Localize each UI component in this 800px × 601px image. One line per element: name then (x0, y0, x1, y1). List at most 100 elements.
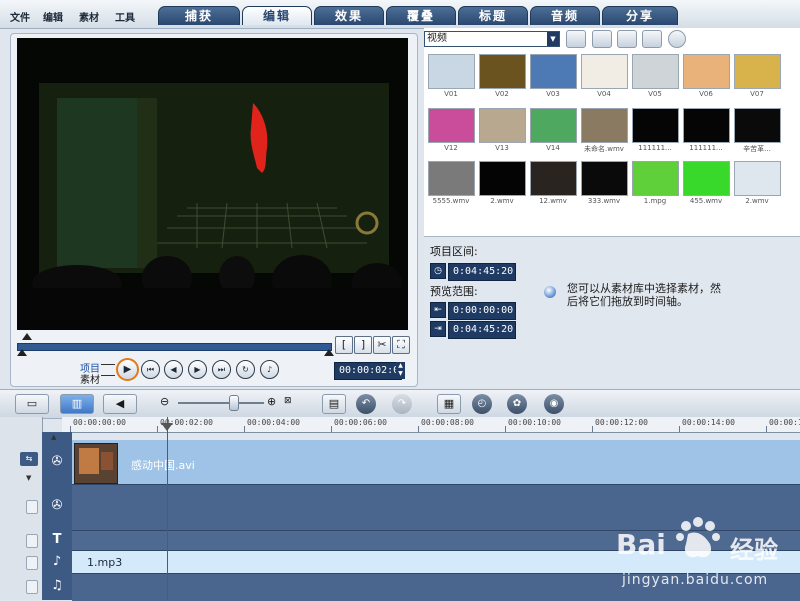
undo-icon[interactable]: ↶ (356, 394, 376, 414)
project-duration: 0:04:45:20 (448, 263, 516, 281)
library-thumbnail[interactable] (632, 54, 679, 89)
library-thumbnail[interactable] (734, 108, 781, 143)
expand-more-icon[interactable] (668, 30, 686, 48)
menu-tools[interactable]: 工具 (115, 9, 135, 24)
zoom-in-icon[interactable]: ⊕ (267, 395, 276, 408)
library-thumbnail[interactable] (530, 54, 577, 89)
menu-clip[interactable]: 素材 (79, 9, 99, 24)
menu-file[interactable]: 文件 (10, 9, 30, 24)
trim-start-handle[interactable] (17, 349, 27, 356)
mark-in-button[interactable]: [ (335, 336, 353, 354)
video-track-icon: ✇ (51, 454, 63, 469)
library-thumbnail-label: V01 (444, 90, 458, 98)
library-thumbnail[interactable] (734, 161, 781, 196)
library-thumbnail[interactable] (479, 54, 526, 89)
title-lock-icon[interactable] (26, 534, 38, 548)
expand-track-icon[interactable]: ▼ (26, 474, 31, 482)
tab-capture[interactable]: 捕获 (158, 6, 240, 25)
baidu-jingyan-watermark: Bai 经验 jingyan.baidu.com (616, 512, 796, 598)
scroll-up-icon[interactable]: ▲ (51, 433, 56, 441)
go-to-start-icon[interactable]: ⏮ (141, 360, 160, 379)
playhead[interactable] (167, 417, 168, 600)
next-frame-icon[interactable]: ▶ (188, 360, 207, 379)
library-thumbnail-label: 455.wmv (689, 197, 723, 205)
mode-divider-2 (101, 375, 115, 376)
playhead-handle[interactable] (161, 423, 173, 431)
library-thumbnail[interactable] (530, 161, 577, 196)
library-thumbnail[interactable] (581, 108, 628, 143)
overlay-lock-icon[interactable] (26, 500, 38, 514)
insert-media-icon[interactable]: ▤ (322, 394, 346, 414)
library-thumbnail[interactable] (479, 108, 526, 143)
watermark-brand: Bai (616, 528, 666, 561)
zoom-slider-handle[interactable] (229, 395, 239, 411)
library-manager-icon[interactable] (617, 30, 637, 48)
go-to-end-icon[interactable]: ⏭ (212, 360, 231, 379)
library-thumbnail[interactable] (428, 108, 475, 143)
zoom-slider-track[interactable] (178, 402, 264, 404)
import-icon[interactable] (592, 30, 612, 48)
zoom-out-icon[interactable]: ⊖ (160, 395, 169, 408)
video-preview[interactable] (17, 38, 408, 330)
tab-share[interactable]: 分享 (602, 6, 678, 25)
library-thumbnail[interactable] (479, 161, 526, 196)
library-thumbnail-label: V13 (495, 144, 509, 152)
mark-out-button[interactable]: ] (354, 336, 372, 354)
sort-icon[interactable] (642, 30, 662, 48)
preview-start-time[interactable]: 0:00:00:00 (448, 302, 516, 320)
play-button[interactable]: ▶ (116, 358, 139, 381)
library-thumbnail[interactable] (581, 54, 628, 89)
library-thumbnail[interactable] (581, 161, 628, 196)
library-thumbnail[interactable] (632, 161, 679, 196)
voice-lock-icon[interactable] (26, 556, 38, 570)
library-thumbnail-label: 12.wmv (539, 197, 567, 205)
scene-detect-icon[interactable]: ▦ (437, 394, 461, 414)
library-thumbnail[interactable] (734, 54, 781, 89)
tab-audio[interactable]: 音频 (530, 6, 600, 25)
library-thumbnail[interactable] (632, 108, 679, 143)
info-bulb-icon (544, 286, 556, 298)
audio-view-icon[interactable]: ◀ (103, 394, 137, 414)
track-manager-icon[interactable]: ⇆ (20, 452, 38, 466)
menu-edit[interactable]: 编辑 (43, 9, 63, 24)
mode-divider (101, 364, 115, 365)
timecode-stepper-icon[interactable]: ▲ ▼ (396, 362, 405, 379)
auto-music-icon[interactable]: ✿ (507, 394, 527, 414)
storyboard-view-icon[interactable]: ▭ (15, 394, 49, 414)
redo-icon[interactable]: ↷ (392, 394, 412, 414)
fullscreen-icon[interactable]: ⛶ (392, 336, 410, 354)
batch-convert-icon[interactable]: ◉ (544, 394, 564, 414)
preview-end-time[interactable]: 0:04:45:20 (448, 321, 516, 339)
tab-edit[interactable]: 编辑 (242, 6, 312, 25)
tab-title[interactable]: 标题 (458, 6, 528, 25)
repeat-icon[interactable]: ↻ (236, 360, 255, 379)
music-lock-icon[interactable] (26, 580, 38, 594)
library-thumbnail-label: V12 (444, 144, 458, 152)
library-category-select[interactable]: 视频 ▼ (424, 31, 560, 47)
previous-frame-icon[interactable]: ◀ (164, 360, 183, 379)
music-clip-label[interactable]: 1.mp3 (87, 556, 122, 569)
scrub-top-marker[interactable] (22, 333, 32, 340)
video-clip-label[interactable]: 感动中国.avi (131, 457, 195, 473)
library-thumbnail[interactable] (683, 108, 730, 143)
ruler-tick-label: 00:00:08:00 (421, 418, 474, 427)
folder-open-icon[interactable] (566, 30, 586, 48)
mode-clip-label[interactable]: 素材 (80, 371, 100, 386)
trim-end-handle[interactable] (324, 349, 334, 356)
library-thumbnail[interactable] (683, 161, 730, 196)
preview-timecode[interactable]: 00:00:02:05 (334, 362, 405, 380)
library-thumbnail[interactable] (428, 54, 475, 89)
mix-audio-icon[interactable]: ◴ (472, 394, 492, 414)
tab-overlay[interactable]: 覆叠 (386, 6, 456, 25)
tab-effect[interactable]: 效果 (314, 6, 384, 25)
watermark-url: jingyan.baidu.com (622, 572, 769, 588)
fit-project-icon[interactable]: ⊠ (284, 396, 292, 406)
library-thumbnail[interactable] (428, 161, 475, 196)
volume-icon[interactable]: ♪ (260, 360, 279, 379)
library-thumbnail[interactable] (530, 108, 577, 143)
library-thumbnail-label: V07 (750, 90, 764, 98)
scrub-track[interactable] (17, 343, 332, 351)
scissors-icon[interactable]: ✂ (373, 336, 391, 354)
timeline-view-icon[interactable]: ▥ (60, 394, 94, 414)
library-thumbnail[interactable] (683, 54, 730, 89)
